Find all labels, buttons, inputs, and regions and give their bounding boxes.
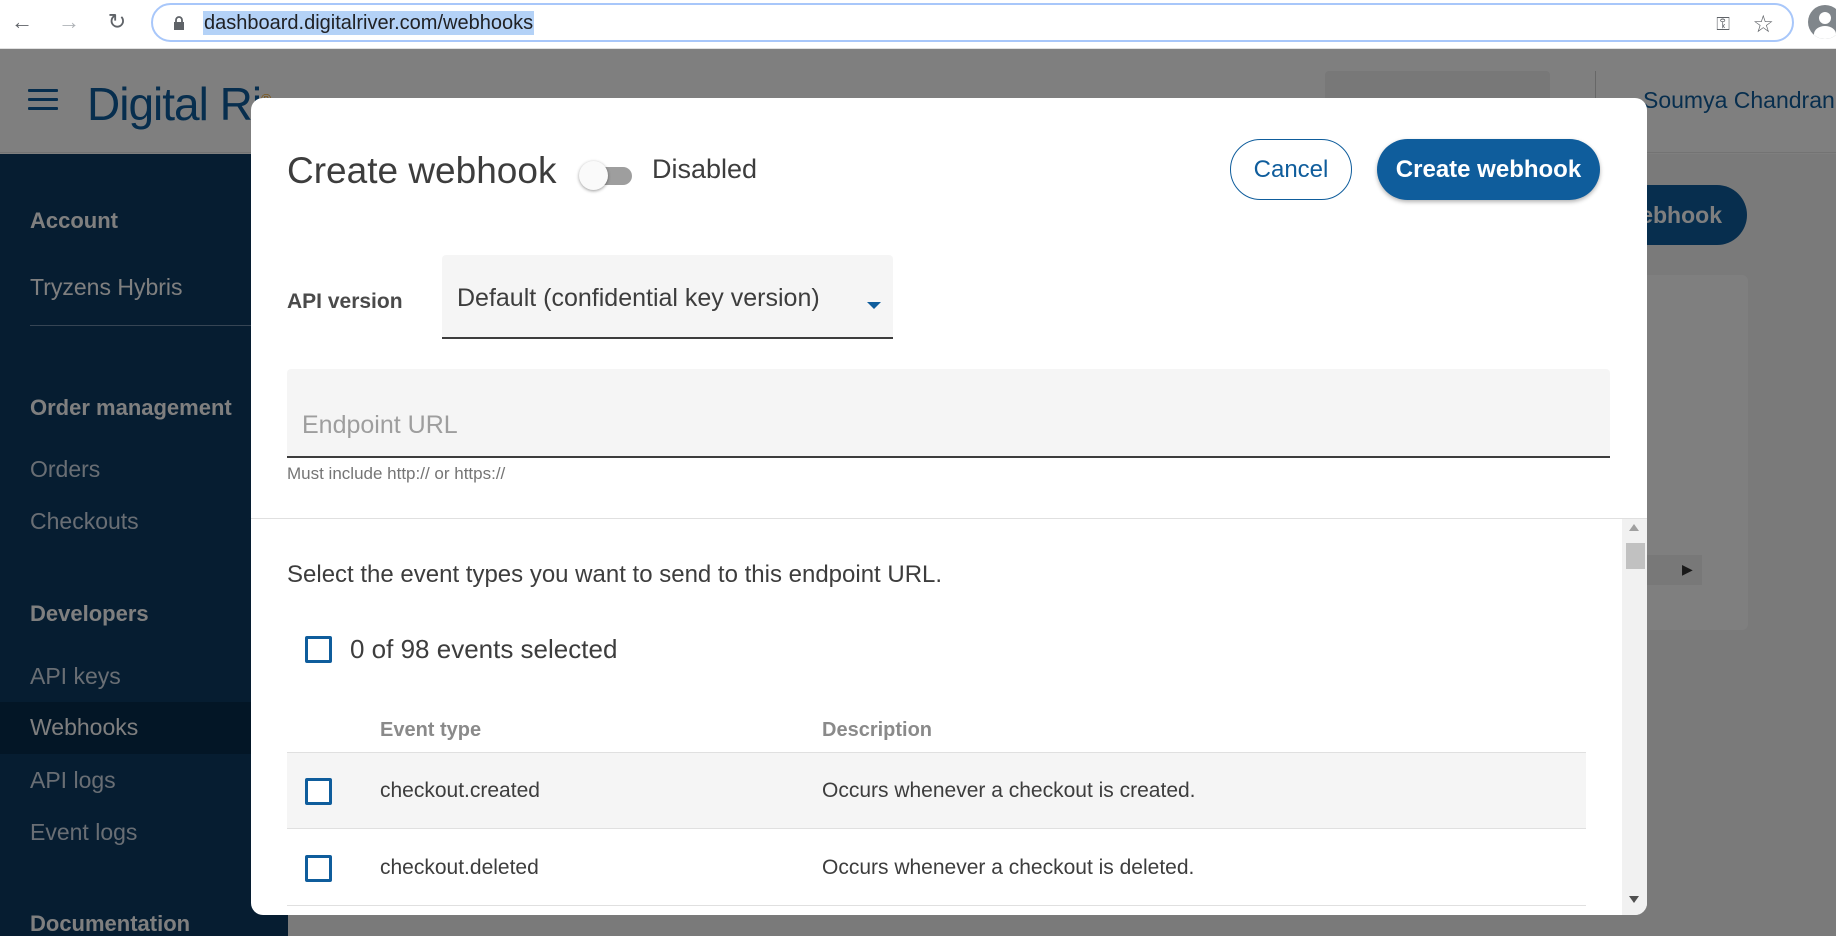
events-selected-count: 0 of 98 events selected	[350, 634, 618, 664]
scrollbar-thumb[interactable]	[1626, 543, 1645, 569]
back-arrow-icon[interactable]: ←	[8, 8, 36, 36]
events-scrollbar[interactable]	[1622, 519, 1647, 915]
event-checkbox[interactable]	[305, 855, 332, 882]
create-webhook-button[interactable]: Create webhook	[1377, 139, 1600, 200]
select-all-checkbox[interactable]	[305, 636, 332, 663]
url-text[interactable]: dashboard.digitalriver.com/webhooks	[203, 11, 535, 35]
table-row[interactable]: checkout.created Occurs whenever a check…	[287, 753, 1586, 829]
api-version-value: Default (confidential key version)	[457, 284, 820, 312]
reload-icon[interactable]: ↻	[103, 8, 131, 36]
scroll-down-arrow-icon[interactable]	[1629, 896, 1639, 903]
cancel-button[interactable]: Cancel	[1230, 139, 1352, 200]
events-instruction: Select the event types you want to send …	[287, 561, 943, 588]
event-checkbox[interactable]	[305, 778, 332, 805]
event-description: Occurs whenever a checkout is created.	[822, 779, 1196, 802]
create-webhook-dialog: Create webhook Disabled Cancel Create we…	[251, 98, 1647, 915]
caret-down-icon	[867, 302, 881, 309]
event-type: checkout.created	[380, 779, 540, 802]
scroll-up-arrow-icon[interactable]	[1629, 524, 1639, 531]
profile-avatar-icon[interactable]	[1808, 5, 1836, 39]
address-bar[interactable]: dashboard.digitalriver.com/webhooks ⚿ ☆	[151, 3, 1794, 42]
table-row[interactable]: checkout.deleted Occurs whenever a check…	[287, 830, 1586, 906]
forward-arrow-icon[interactable]: →	[55, 8, 83, 36]
toggle-label: Disabled	[652, 154, 758, 184]
key-icon[interactable]: ⚿	[1716, 14, 1730, 35]
toggle-knob	[579, 161, 608, 190]
endpoint-helper-text: Must include http:// or https://	[287, 464, 506, 483]
api-version-label: API version	[287, 290, 403, 313]
enabled-toggle[interactable]	[579, 157, 635, 193]
endpoint-url-input[interactable]: Endpoint URL	[287, 369, 1610, 458]
browser-toolbar: ← → ↻ dashboard.digitalriver.com/webhook…	[0, 0, 1836, 49]
endpoint-url-placeholder: Endpoint URL	[302, 411, 458, 439]
column-header-description: Description	[822, 719, 933, 741]
lock-icon[interactable]	[173, 16, 185, 30]
column-header-event-type: Event type	[380, 719, 482, 741]
event-description: Occurs whenever a checkout is deleted.	[822, 856, 1195, 879]
star-icon[interactable]: ☆	[1752, 10, 1774, 39]
event-type: checkout.deleted	[380, 856, 539, 879]
dialog-title: Create webhook	[287, 150, 557, 191]
api-version-select[interactable]: Default (confidential key version)	[442, 255, 893, 339]
events-section: Select the event types you want to send …	[251, 519, 1647, 915]
